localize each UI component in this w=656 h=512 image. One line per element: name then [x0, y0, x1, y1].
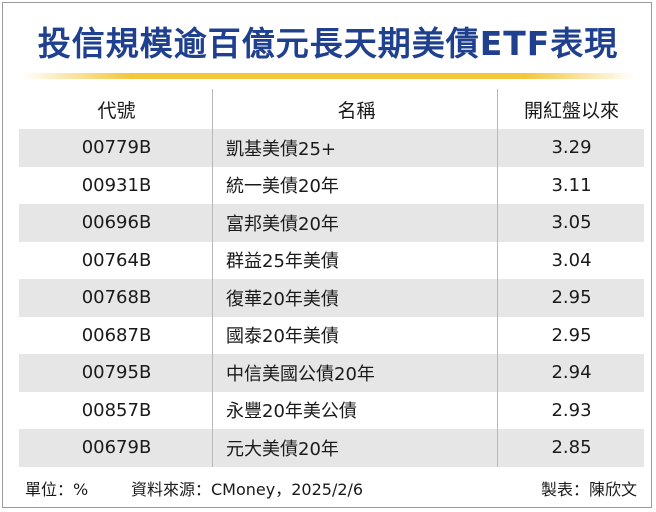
cell-name: 復華20年美債 [226, 288, 339, 310]
cell-name: 凱基美債25+ [226, 138, 336, 160]
table-row: 00687B 國泰20年美債 2.95 [19, 317, 644, 355]
table-row: 00764B 群益25年美債 3.04 [19, 242, 644, 280]
cell-return: 3.11 [551, 174, 592, 196]
table-header-row: 代號 名稱 開紅盤以來 [19, 89, 644, 129]
maker-credit: 製表：陳欣文 [540, 480, 637, 499]
cell-return: 3.05 [551, 212, 592, 234]
table-row: 00857B 永豐20年美公債 2.93 [19, 392, 644, 430]
cell-return: 2.95 [551, 324, 592, 346]
cell-return: 2.85 [551, 437, 592, 459]
page-title: 投信規模逾百億元長天期美債ETF表現 [37, 24, 619, 63]
cell-name: 國泰20年美債 [226, 326, 339, 348]
cell-name: 富邦美債20年 [226, 213, 339, 235]
column-divider [212, 89, 213, 467]
unit-note: 單位：% [25, 480, 89, 499]
cell-code: 00679B [81, 437, 152, 459]
cell-return: 2.93 [551, 399, 592, 421]
table-row: 00795B 中信美國公債20年 2.94 [19, 354, 644, 392]
infographic-frame: 投信規模逾百億元長天期美債ETF表現 代號 名稱 開紅盤以來 00779B 凱基… [2, 2, 652, 508]
footer: 單位：% 資料來源：CMoney，2025/2/6 製表：陳欣文 [25, 477, 637, 499]
cell-name: 中信美國公債20年 [226, 363, 375, 385]
header-name: 名稱 [337, 99, 376, 122]
cell-return: 2.94 [551, 362, 592, 384]
cell-return: 3.04 [551, 249, 592, 271]
cell-code: 00696B [81, 212, 152, 234]
table-row: 00679B 元大美債20年 2.85 [19, 429, 644, 467]
etf-table: 代號 名稱 開紅盤以來 00779B 凱基美債25+ 3.29 00931B 統… [19, 89, 644, 467]
cell-code: 00768B [81, 287, 152, 309]
cell-name: 統一美債20年 [226, 176, 339, 198]
cell-code: 00857B [81, 399, 152, 421]
title-underline [21, 73, 635, 79]
cell-code: 00931B [81, 174, 152, 196]
cell-code: 00779B [81, 137, 152, 159]
cell-code: 00795B [81, 362, 152, 384]
cell-name: 群益25年美債 [226, 251, 339, 273]
cell-name: 永豐20年美公債 [226, 401, 357, 423]
table-row: 00768B 復華20年美債 2.95 [19, 279, 644, 317]
cell-name: 元大美債20年 [226, 438, 339, 460]
cell-code: 00764B [81, 249, 152, 271]
column-divider [497, 89, 498, 467]
table-row: 00779B 凱基美債25+ 3.29 [19, 129, 644, 167]
cell-return: 3.29 [551, 137, 592, 159]
header-return: 開紅盤以來 [523, 99, 619, 122]
cell-code: 00687B [81, 324, 152, 346]
table-row: 00931B 統一美債20年 3.11 [19, 167, 644, 205]
source-note: 資料來源：CMoney，2025/2/6 [131, 480, 364, 499]
cell-return: 2.95 [551, 287, 592, 309]
table-row: 00696B 富邦美債20年 3.05 [19, 204, 644, 242]
header-code: 代號 [97, 99, 136, 122]
